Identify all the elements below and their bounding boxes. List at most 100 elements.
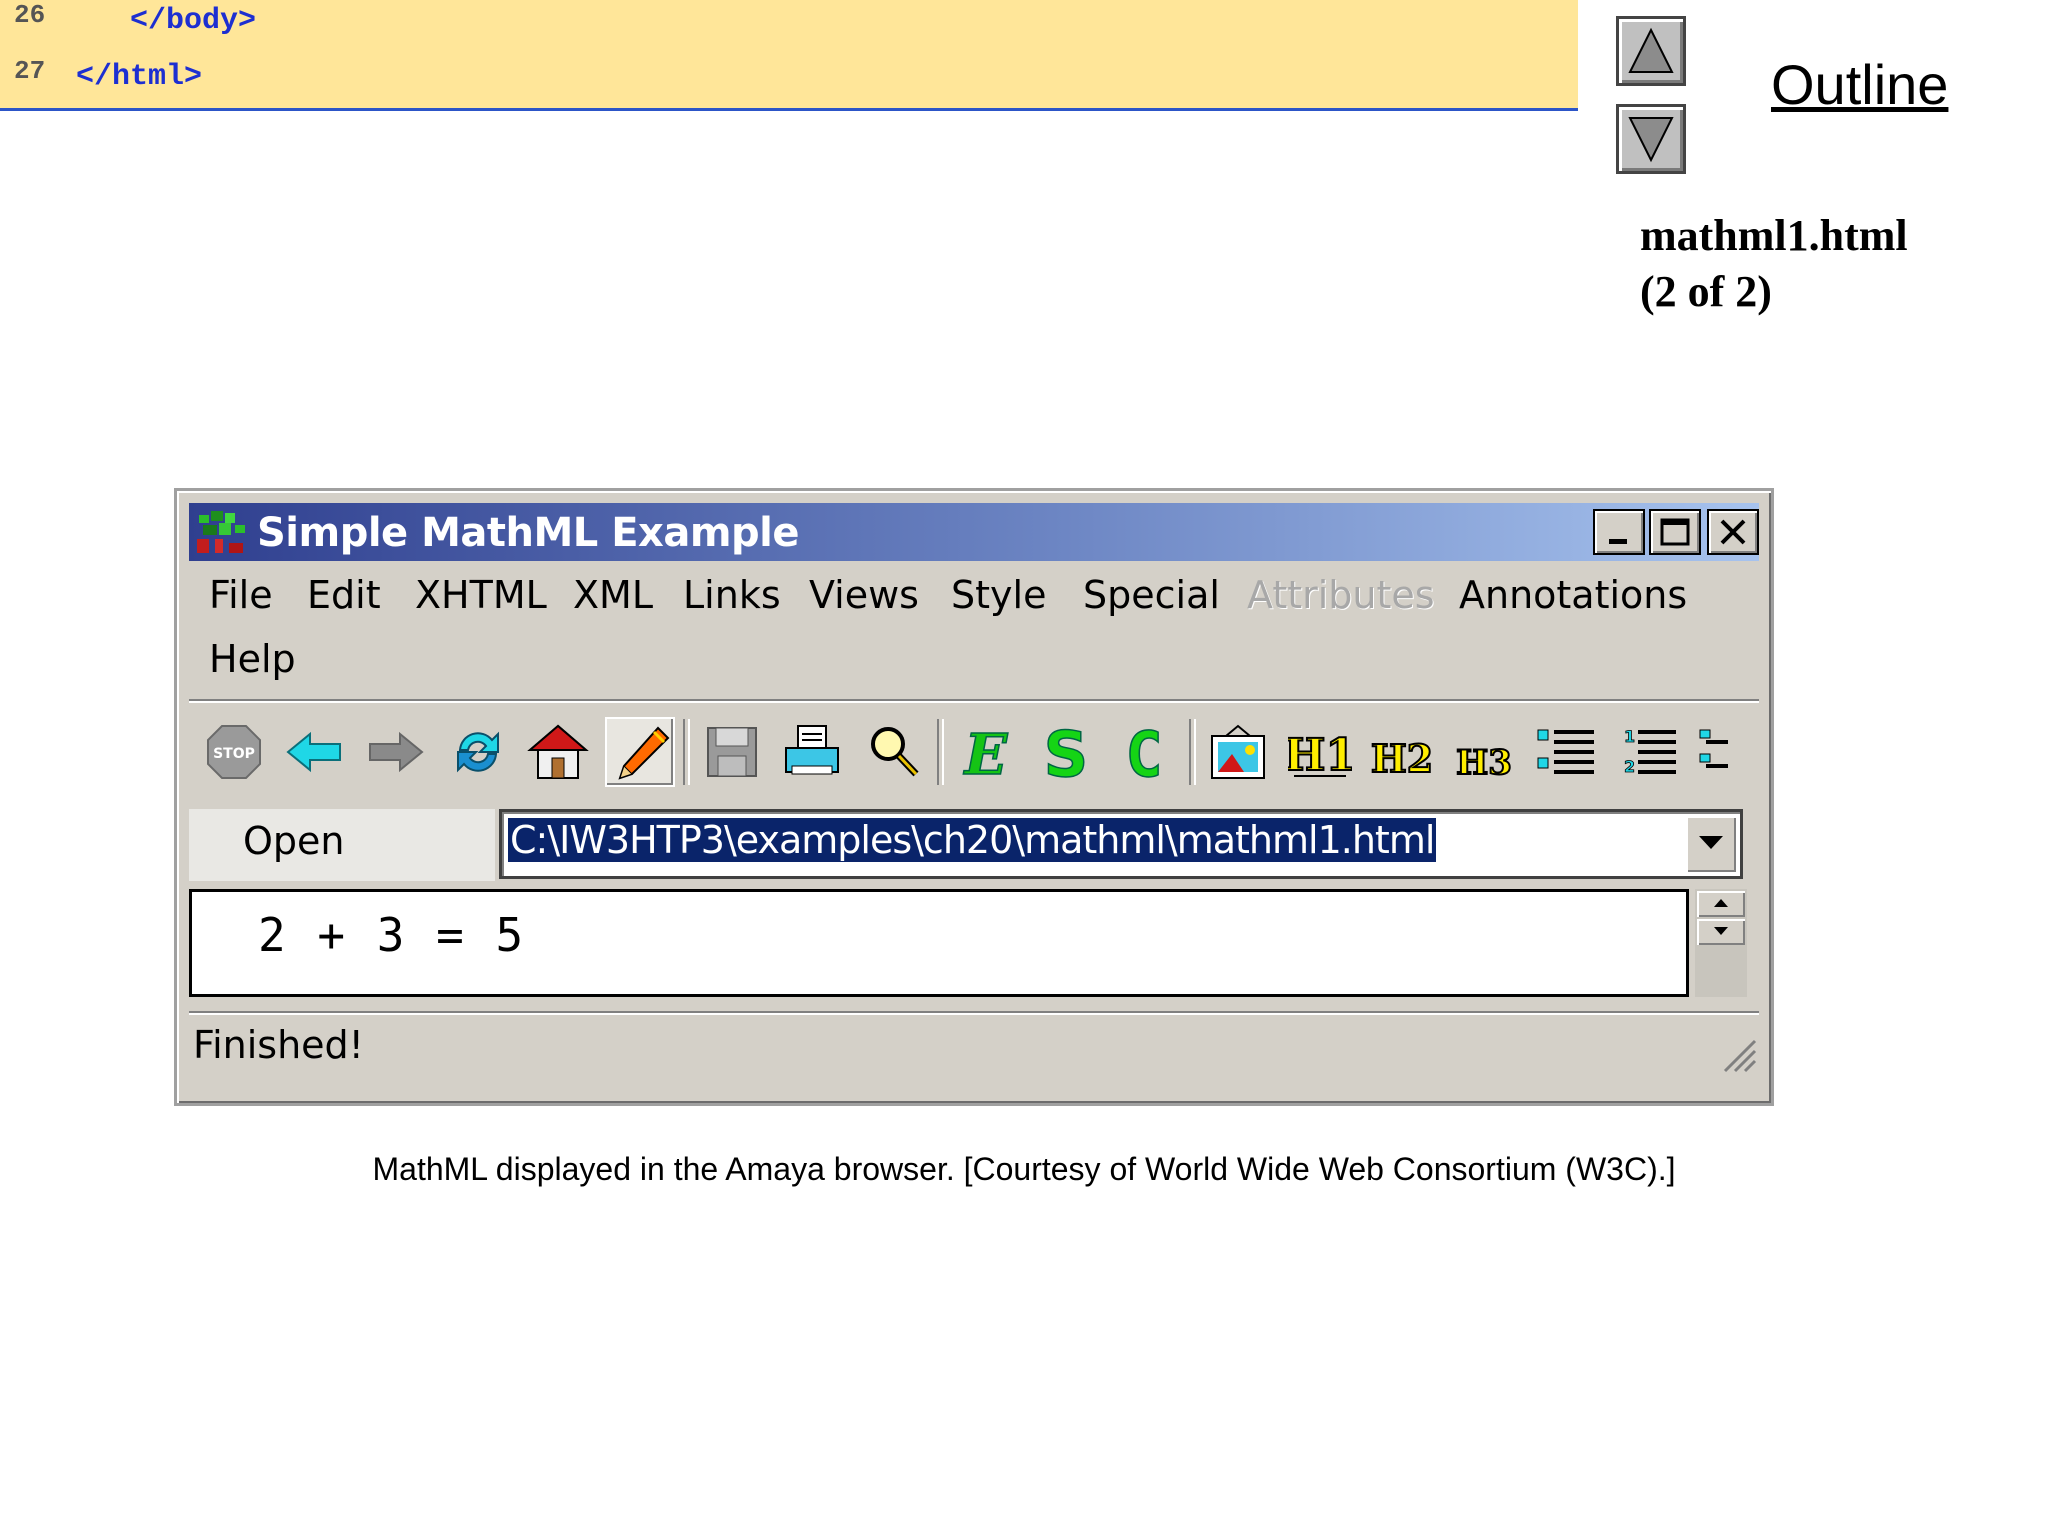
maximize-button[interactable] [1649,509,1701,555]
svg-text:E: E [963,722,1009,784]
h1-icon: H1 [1288,729,1352,782]
print-button[interactable] [777,717,847,787]
menu-help[interactable]: Help [209,637,296,681]
next-slide-button[interactable] [1616,104,1686,174]
amaya-window: Simple MathML Example File Edit XHTML XM… [174,488,1774,1106]
menu-file[interactable]: File [209,573,273,617]
edit-mode-button[interactable] [605,717,675,787]
address-input[interactable]: C:\IW3HTP3\examples\ch20\mathml\mathml1.… [508,818,1437,862]
scroll-up-button[interactable] [1697,891,1745,917]
page-info: (2 of 2) [1640,267,1772,316]
toolbar: STOP E S C H1 H2 H3 1 2 [189,707,1759,795]
arrow-up-icon [1714,899,1728,907]
back-arrow-icon [286,731,341,773]
strong-S-icon: S [1043,720,1089,784]
menu-style[interactable]: Style [951,573,1046,617]
insert-image-button[interactable] [1203,717,1273,787]
status-bar: Finished! [189,1011,1759,1075]
resize-grip-icon[interactable] [1717,1033,1757,1073]
outline-link[interactable]: Outline [1771,52,1948,117]
reload-button[interactable] [443,717,513,787]
menu-attributes: Attributes [1247,573,1435,617]
print-icon [785,725,839,775]
vertical-scrollbar[interactable] [1695,889,1747,997]
definition-list-icon [1699,729,1728,768]
svg-text:H2: H2 [1371,736,1433,781]
triangle-down-icon [1628,117,1674,163]
svg-text:H3: H3 [1456,743,1512,783]
arrow-down-icon [1714,927,1728,935]
bullet-list-button[interactable] [1531,717,1601,787]
minimize-icon [1609,539,1627,544]
back-button[interactable] [279,717,349,787]
file-name: mathml1.html [1640,211,1908,260]
menu-toolbar-divider [189,699,1759,703]
scroll-down-button[interactable] [1697,919,1745,945]
code-button[interactable]: C [1111,717,1181,787]
emphasis-button[interactable]: E [951,717,1021,787]
chevron-down-icon [1699,836,1723,849]
file-label: mathml1.html (2 of 2) [1640,208,1908,320]
title-bar[interactable]: Simple MathML Example [189,503,1759,561]
toolbar-separator [1189,719,1196,785]
find-icon [871,727,919,777]
open-label: Open [243,819,345,863]
stop-icon: STOP [207,725,261,779]
edit-pencil-icon [618,726,670,780]
numbered-list-button[interactable]: 12 [1613,717,1683,787]
forward-arrow-icon [369,731,424,773]
figure-caption: MathML displayed in the Amaya browser. [… [372,1151,1676,1187]
close-button[interactable] [1707,509,1759,555]
bullet-list-icon [1537,729,1594,774]
minimize-button[interactable] [1593,509,1645,555]
h3-icon: H3 [1455,742,1513,784]
triangle-up-icon [1628,27,1674,73]
find-button[interactable] [859,717,929,787]
line-number: 26 [14,0,46,30]
svg-text:S: S [1044,720,1089,784]
svg-text:2: 2 [1624,757,1635,776]
svg-text:H1: H1 [1288,730,1352,781]
code-listing: 26 </body> 27 </html> [0,0,1578,111]
home-button[interactable] [523,717,593,787]
svg-text:C: C [1125,720,1162,784]
image-icon [1211,724,1265,779]
stop-button[interactable]: STOP [199,717,269,787]
strong-button[interactable]: S [1031,717,1101,787]
definition-list-button[interactable] [1695,717,1759,787]
emphasis-E-icon: E [962,721,1010,784]
maximize-icon [1660,518,1690,546]
svg-text:STOP: STOP [213,746,255,762]
h2-icon: H2 [1370,735,1434,782]
line-number: 27 [14,56,46,86]
save-button[interactable] [697,717,767,787]
menu-special[interactable]: Special [1083,573,1220,617]
math-expression: 2 + 3 = 5 [258,908,526,962]
code-C-icon: C [1125,720,1164,784]
address-combobox[interactable]: C:\IW3HTP3\examples\ch20\mathml\mathml1.… [499,809,1743,879]
code-text: </html> [76,60,203,94]
save-icon [707,727,757,777]
menu-xhtml[interactable]: XHTML [415,573,547,617]
menu-views[interactable]: Views [809,573,919,617]
numbered-list-icon: 12 [1624,727,1676,776]
previous-slide-button[interactable] [1616,16,1686,86]
close-icon [1720,519,1746,545]
heading1-button[interactable]: H1 [1285,717,1355,787]
menu-bar: File Edit XHTML XML Links Views Style Sp… [189,567,1759,697]
window-title: Simple MathML Example [257,510,799,556]
address-row: Open C:\IW3HTP3\examples\ch20\mathml\mat… [189,809,1759,881]
menu-links[interactable]: Links [683,573,781,617]
menu-annotations[interactable]: Annotations [1459,573,1687,617]
heading3-button[interactable]: H3 [1449,717,1519,787]
toolbar-separator [683,719,690,785]
home-icon [527,724,589,779]
forward-button[interactable] [361,717,431,787]
document-view[interactable]: 2 + 3 = 5 [189,889,1689,997]
heading2-button[interactable]: H2 [1367,717,1437,787]
menu-xml[interactable]: XML [573,573,653,617]
menu-edit[interactable]: Edit [307,573,381,617]
address-dropdown-button[interactable] [1686,816,1736,872]
reload-icon [457,731,499,773]
toolbar-separator [937,719,944,785]
